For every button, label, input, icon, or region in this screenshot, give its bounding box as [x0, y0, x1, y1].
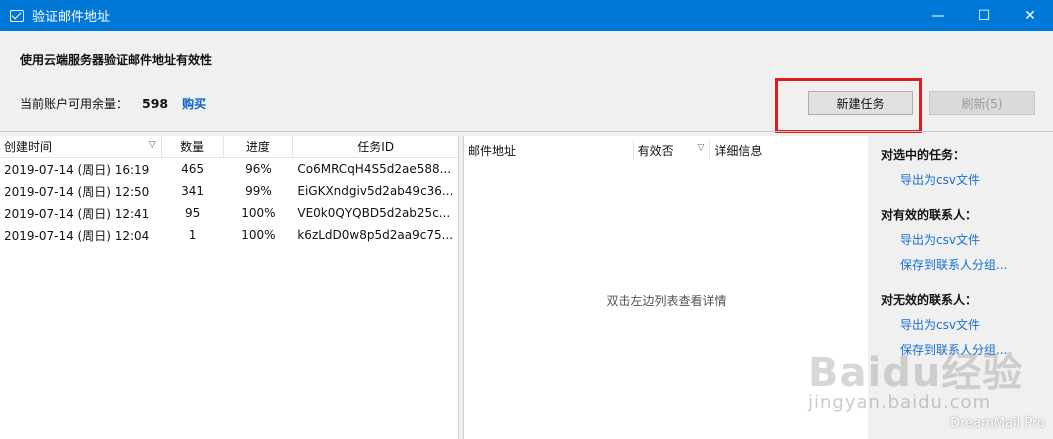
title-bar: 验证邮件地址 — ☐ ✕: [0, 0, 1053, 31]
export-invalid-link[interactable]: 导出为csv文件: [900, 316, 980, 333]
export-valid-link[interactable]: 导出为csv文件: [900, 231, 980, 248]
column-header-details[interactable]: 详细信息: [710, 140, 868, 160]
window-controls: — ☐ ✕: [915, 0, 1053, 31]
highlight-annotation: [775, 78, 922, 133]
window-title: 验证邮件地址: [32, 10, 111, 25]
cell-created: 2019-07-14 (周日) 12:50: [4, 184, 150, 199]
cell-count: 341: [181, 184, 205, 198]
quota-row: 当前账户可用余量： 598 购买: [20, 95, 206, 112]
column-header-task-id[interactable]: 任务ID: [293, 136, 458, 158]
column-header-created[interactable]: 创建时间 ▽: [0, 135, 162, 158]
mail-check-icon: [10, 9, 24, 22]
cell-task-id: k6zLdD0w8p5d2aa9c75...: [297, 228, 454, 242]
close-button[interactable]: ✕: [1007, 0, 1053, 31]
invalid-contacts-title: 对无效的联系人：: [881, 293, 978, 307]
detail-table-header: 邮件地址 有效否 ▽ 详细信息: [464, 136, 868, 164]
maximize-button[interactable]: ☐: [961, 0, 1007, 31]
cell-count: 95: [184, 206, 201, 220]
filter-icon[interactable]: ▽: [697, 143, 704, 153]
filter-icon[interactable]: ▽: [149, 140, 156, 150]
cell-progress: 100%: [241, 228, 276, 242]
cell-count: 1: [188, 228, 197, 242]
task-table: 创建时间 ▽ 数量 进度 任务ID 2019-07-14 (周日) 16:19 …: [0, 135, 459, 439]
divider: [0, 131, 1053, 132]
table-row[interactable]: 2019-07-14 (周日) 12:04 1 100% k6zLdD0w8p5…: [0, 224, 458, 246]
empty-hint: 双击左边列表查看详情: [606, 294, 727, 308]
cell-task-id: Co6MRCqH4S5d2ae588...: [297, 162, 452, 176]
cell-task-id: EiGKXndgiv5d2ab49c36...: [297, 184, 454, 198]
table-row[interactable]: 2019-07-14 (周日) 12:41 95 100% VE0k0QYQBD…: [0, 202, 458, 224]
save-valid-link[interactable]: 保存到联系人分组...: [900, 256, 1007, 273]
cell-created: 2019-07-14 (周日) 12:41: [4, 206, 150, 221]
refresh-button[interactable]: 刷新(5): [929, 91, 1035, 115]
cell-created: 2019-07-14 (周日) 12:04: [4, 228, 150, 243]
column-header-email[interactable]: 邮件地址: [464, 140, 634, 160]
column-header-progress[interactable]: 进度: [224, 135, 294, 158]
column-header-valid[interactable]: 有效否 ▽: [634, 140, 711, 160]
cell-task-id: VE0k0QYQBD5d2ab25c...: [297, 206, 451, 220]
watermark-url: jingyan.baidu.com: [808, 392, 992, 413]
minimize-button[interactable]: —: [915, 0, 961, 31]
watermark-logo: Baidu经验: [808, 350, 1024, 396]
quota-label: 当前账户可用余量：: [20, 97, 129, 111]
cell-progress: 100%: [241, 206, 276, 220]
quota-value: 598: [142, 96, 169, 111]
task-table-header: 创建时间 ▽ 数量 进度 任务ID: [0, 135, 458, 158]
cell-progress: 99%: [245, 184, 272, 198]
cell-progress: 96%: [245, 162, 272, 176]
cell-created: 2019-07-14 (周日) 16:19: [4, 162, 150, 177]
column-header-count[interactable]: 数量: [162, 135, 224, 158]
valid-contacts-title: 对有效的联系人：: [881, 208, 978, 222]
table-row[interactable]: 2019-07-14 (周日) 16:19 465 96% Co6MRCqH4S…: [0, 158, 458, 180]
table-row[interactable]: 2019-07-14 (周日) 12:50 341 99% EiGKXndgiv…: [0, 180, 458, 202]
page-heading: 使用云端服务器验证邮件地址有效性: [20, 53, 213, 67]
export-selected-link[interactable]: 导出为csv文件: [900, 171, 980, 188]
selected-task-title: 对选中的任务：: [881, 148, 966, 162]
brand-label: DreamMail Pro: [950, 416, 1045, 431]
buy-link[interactable]: 购买: [182, 95, 206, 112]
cell-count: 465: [181, 162, 205, 176]
